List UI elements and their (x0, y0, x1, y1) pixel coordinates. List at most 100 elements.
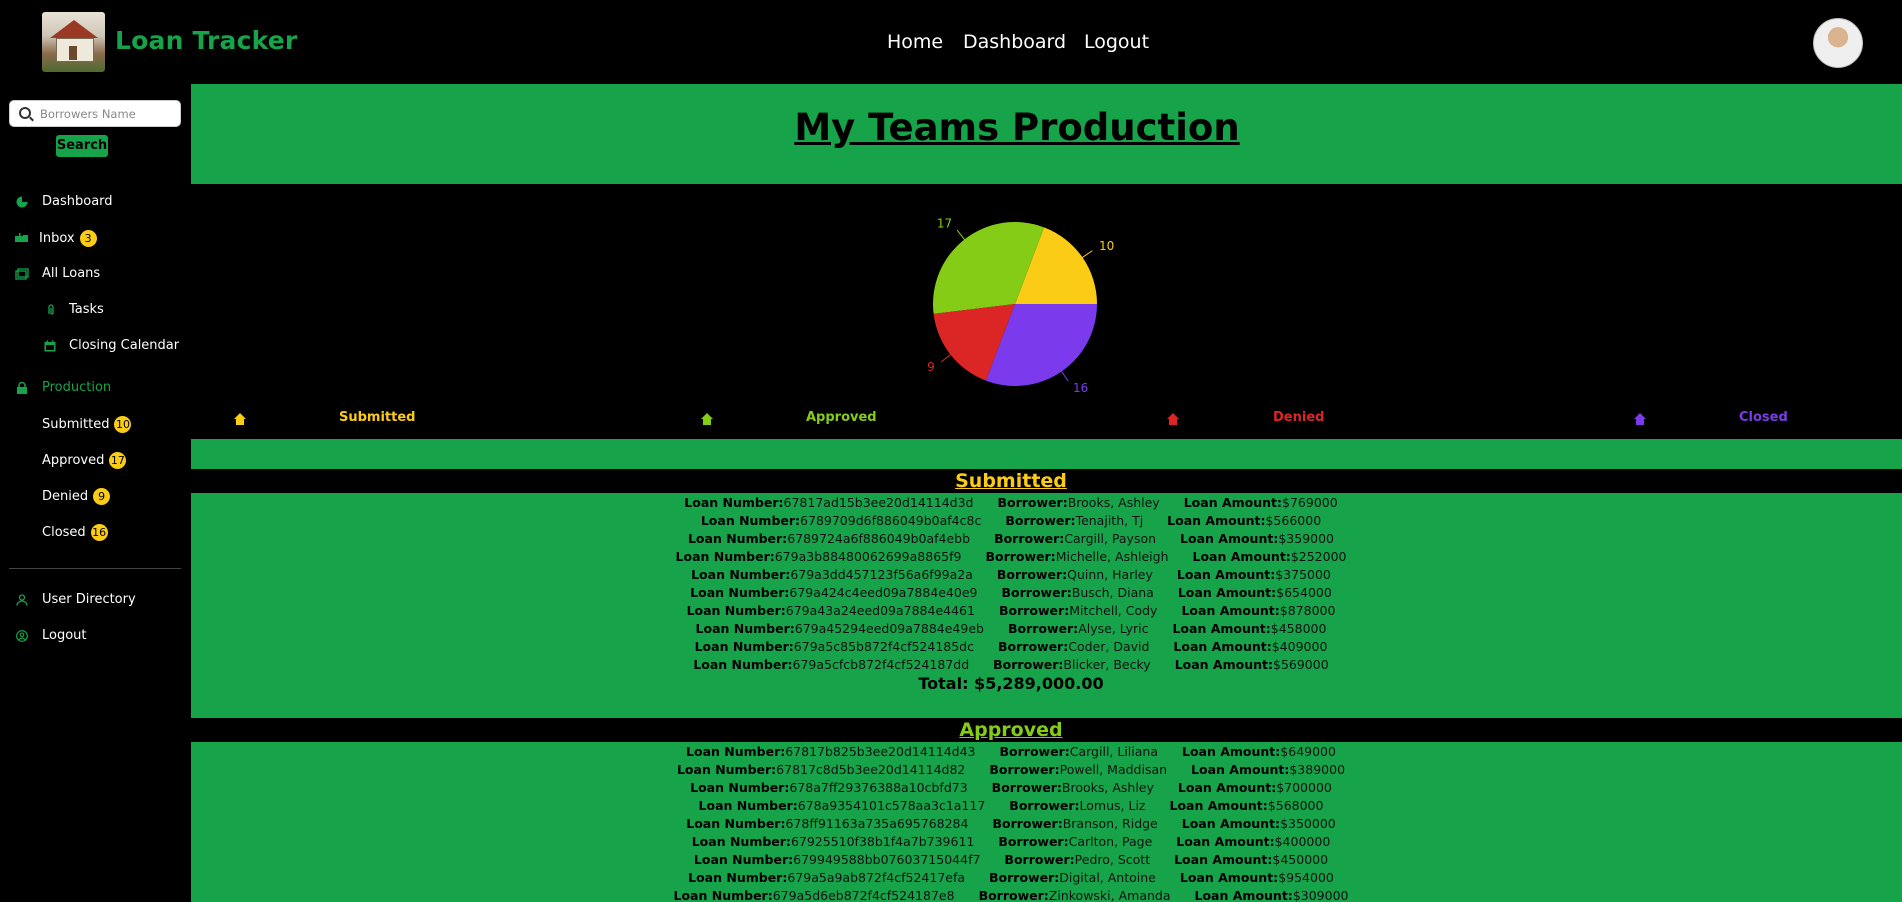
pie-data-label: 16 (1073, 381, 1088, 395)
loan-number-cell: Loan Number:679a3b88480062699a8865f9 (676, 549, 962, 564)
nav-dashboard[interactable]: Dashboard (963, 31, 1066, 53)
house-icon (1634, 413, 1646, 425)
loan-number-value: 679a45294eed09a7884e49eb (794, 621, 984, 636)
loan-number-value: 67817b825b3ee20d14114d43 (785, 744, 976, 759)
borrower-value: Michelle, Ashleigh (1055, 549, 1169, 564)
loan-amount-cell: Loan Amount:$649000 (1182, 744, 1336, 759)
loan-amount-value: $568000 (1267, 798, 1324, 813)
loan-number-label: Loan Number: (695, 621, 795, 636)
logo-image[interactable] (42, 12, 105, 72)
loan-number-label: Loan Number: (684, 495, 784, 510)
loan-number-cell: Loan Number:678a7ff29376388a10cbfd73 (690, 780, 968, 795)
borrower-label: Borrower: (1007, 621, 1079, 636)
table-row[interactable]: Loan Number:678a9354101c578aa3c1a117 Borr… (191, 798, 1831, 816)
borrower-label: Borrower: (989, 762, 1060, 777)
loan-number-cell: Loan Number:6789709d6f886049b0af4c8c (701, 513, 982, 528)
table-row[interactable]: Loan Number:678a7ff29376388a10cbfd73 Borr… (191, 780, 1831, 798)
sidebar-item-closing-calendar[interactable]: Closing Calendar (69, 338, 179, 353)
table-row[interactable]: Loan Number:679a424c4eed09a7884e40e9 Borr… (191, 585, 1831, 603)
page-title: My Teams Production (794, 106, 1240, 149)
loan-number-cell: Loan Number:679a3dd457123f56a6f99a2a (691, 567, 973, 582)
search-input[interactable] (40, 105, 175, 123)
loan-number-label: Loan Number: (698, 798, 798, 813)
loan-amount-cell: Loan Amount:$375000 (1177, 567, 1331, 582)
loan-number-value: 678ff91163a735a695768284 (785, 816, 969, 831)
table-row[interactable]: Loan Number:6789709d6f886049b0af4c8c Borr… (191, 513, 1831, 531)
table-row[interactable]: Loan Number:679a3b88480062699a8865f9 Borr… (191, 549, 1831, 567)
table-row[interactable]: Loan Number:67817c8d5b3ee20d14114d82 Borr… (191, 762, 1831, 780)
sidebar-item-tasks[interactable]: Tasks (69, 302, 104, 317)
loan-amount-label: Loan Amount: (1176, 834, 1275, 849)
search-button[interactable]: Search (56, 135, 108, 157)
loan-number-value: 6789709d6f886049b0af4c8c (800, 513, 982, 528)
loan-number-label: Loan Number: (687, 531, 788, 546)
loan-amount-label: Loan Amount: (1192, 549, 1291, 564)
sidebar-item-closed[interactable]: Closed 16 (42, 524, 108, 541)
sidebar-item-approved[interactable]: Approved 17 (42, 452, 127, 469)
loan-amount-value: $359000 (1278, 531, 1335, 546)
table-row[interactable]: Loan Number:679a45294eed09a7884e49eb Borr… (191, 621, 1831, 639)
legend-approved[interactable]: Approved (806, 410, 877, 425)
loan-number-cell: Loan Number:67817ad15b3ee20d14114d3d (684, 495, 973, 510)
loan-number-label: Loan Number: (688, 870, 788, 885)
loan-amount-cell: Loan Amount:$309000 (1195, 888, 1349, 902)
loan-amount-value: $654000 (1276, 585, 1332, 600)
sidebar-item-all-loans[interactable]: All Loans (42, 266, 100, 281)
table-row[interactable]: Loan Number:679a43a24eed09a7884e4461 Borr… (191, 603, 1831, 621)
borrower-label: Borrower: (996, 567, 1068, 582)
nav-home[interactable]: Home (887, 31, 943, 53)
pie-data-label: 9 (927, 360, 935, 374)
table-row[interactable]: Loan Number:678ff91163a735a695768284 Borr… (191, 816, 1831, 834)
brand-title[interactable]: Loan Tracker (115, 26, 297, 55)
sidebar-item-inbox[interactable]: Inbox 3 (39, 230, 97, 247)
submitted-count-badge: 10 (114, 416, 132, 433)
sidebar-item-user-directory[interactable]: User Directory (42, 592, 136, 607)
loan-number-label: Loan Number: (693, 852, 794, 867)
legend-closed[interactable]: Closed (1739, 410, 1788, 425)
legend-submitted[interactable]: Submitted (339, 410, 415, 425)
search-box[interactable] (9, 100, 181, 127)
sidebar-item-denied[interactable]: Denied 9 (42, 488, 111, 505)
loan-amount-value: $878000 (1279, 603, 1336, 618)
table-row[interactable]: Loan Number:679a3dd457123f56a6f99a2a Borr… (191, 567, 1831, 585)
nav-logout[interactable]: Logout (1084, 31, 1149, 53)
table-row[interactable]: Loan Number:6789724a6f886049b0af4ebb Borr… (191, 531, 1831, 549)
borrower-label: Borrower: (978, 888, 1049, 902)
borrower-cell: Borrower:Digital, Antoine (989, 870, 1156, 885)
pie-label-line (940, 352, 953, 363)
table-row[interactable]: Loan Number:679a5d6eb872f4cf524187e8 Borr… (191, 888, 1831, 902)
loan-amount-value: $450000 (1272, 852, 1329, 867)
loan-amount-value: $400000 (1274, 834, 1331, 849)
sidebar-item-submitted[interactable]: Submitted 10 (42, 416, 132, 433)
table-row[interactable]: Loan Number:679949588bb07603715044f7 Borr… (191, 852, 1831, 870)
table-row[interactable]: Loan Number:679a5cfcb872f4cf524187dd Borr… (191, 657, 1831, 675)
table-row[interactable]: Loan Number:67817b825b3ee20d14114d43 Borr… (191, 744, 1831, 762)
sidebar-item-dashboard[interactable]: Dashboard (42, 194, 113, 209)
denied-count-badge: 9 (93, 488, 111, 505)
borrower-value: Tenajith, Tj (1075, 513, 1144, 528)
loan-amount-cell: Loan Amount:$654000 (1178, 585, 1332, 600)
user-circle-icon (16, 630, 28, 642)
borrower-value: Coder, David (1068, 639, 1150, 654)
loan-number-cell: Loan Number:67925510f38b1f4a7b739611 (692, 834, 975, 849)
sidebar-item-logout[interactable]: Logout (42, 628, 87, 643)
submitted-section: Total: $5,289,000.00 Loan Number:67817ad… (191, 493, 1902, 718)
table-row[interactable]: Loan Number:67817ad15b3ee20d14114d3d Borr… (191, 495, 1831, 513)
borrower-cell: Borrower:Zinkowski, Amanda (979, 888, 1171, 902)
table-row[interactable]: Loan Number:679a5a9ab872f4cf52417efa Borr… (191, 870, 1831, 888)
borrower-value: Brooks, Ashley (1067, 495, 1160, 510)
loan-amount-value: $566000 (1265, 513, 1322, 528)
borrower-value: Lomus, Liz (1079, 798, 1146, 813)
borrower-cell: Borrower:Coder, David (998, 639, 1149, 654)
table-row[interactable]: Loan Number:679a5c85b872f4cf524185dc Borr… (191, 639, 1831, 657)
sidebar-item-production[interactable]: Production (42, 380, 111, 395)
borrower-value: Cargill, Liliana (1069, 744, 1158, 759)
borrower-value: Brooks, Ashley (1061, 780, 1154, 795)
loan-amount-label: Loan Amount: (1181, 816, 1281, 831)
table-row[interactable]: Loan Number:67925510f38b1f4a7b739611 Borr… (191, 834, 1831, 852)
approved-count-badge: 17 (109, 452, 127, 469)
loan-number-label: Loan Number: (686, 603, 786, 618)
loan-amount-label: Loan Amount: (1174, 657, 1273, 672)
legend-denied[interactable]: Denied (1273, 410, 1324, 425)
avatar[interactable] (1813, 18, 1863, 68)
